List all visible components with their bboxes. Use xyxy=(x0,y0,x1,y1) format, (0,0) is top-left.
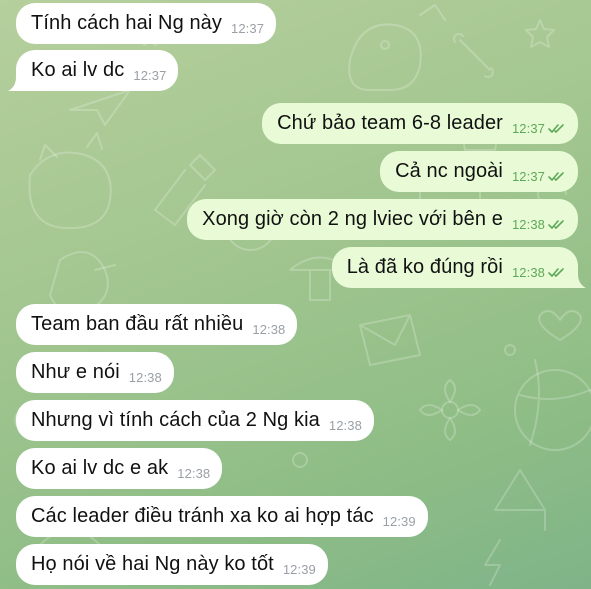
message-bubble-incoming[interactable]: Như e nói 12:38 xyxy=(16,352,174,393)
message-bubble-incoming[interactable]: Tính cách hai Ng này 12:37 xyxy=(16,3,277,44)
message-text: Team ban đầu rất nhiều xyxy=(31,313,244,335)
message-row: Nhưng vì tính cách của 2 Ng kia 12:38 xyxy=(0,400,591,441)
message-meta: 12:38 xyxy=(512,265,566,280)
message-row: Họ nói về hai Ng này ko tốt 12:39 xyxy=(0,544,591,585)
message-text: Họ nói về hai Ng này ko tốt xyxy=(31,553,274,575)
message-row: Xong giờ còn 2 ng lviec với bên e 12:38 xyxy=(0,199,591,240)
message-text: Tính cách hai Ng này xyxy=(31,12,222,34)
message-time: 12:37 xyxy=(231,20,265,36)
message-meta: 12:39 xyxy=(383,514,416,529)
double-check-read-icon xyxy=(548,171,564,181)
double-check-read-icon xyxy=(548,123,564,133)
message-meta: 12:37 xyxy=(231,21,264,36)
message-time: 12:37 xyxy=(511,120,545,136)
message-row: Cả nc ngoài 12:37 xyxy=(0,151,591,192)
message-meta: 12:38 xyxy=(177,466,210,481)
message-time: 12:38 xyxy=(128,369,162,385)
message-meta: 12:37 xyxy=(512,121,566,136)
message-list[interactable]: Tính cách hai Ng này 12:37 Ko ai lv dc 1… xyxy=(0,0,591,589)
message-time: 12:37 xyxy=(511,168,545,184)
message-text: Nhưng vì tính cách của 2 Ng kia xyxy=(31,409,320,431)
message-meta: 12:38 xyxy=(512,217,566,232)
message-row: Là đã ko đúng rồi 12:38 xyxy=(0,247,591,288)
message-time: 12:37 xyxy=(133,67,167,83)
message-text: Xong giờ còn 2 ng lviec với bên e xyxy=(202,208,503,230)
message-bubble-incoming[interactable]: Họ nói về hai Ng này ko tốt 12:39 xyxy=(16,544,328,585)
message-bubble-incoming[interactable]: Các leader điều tránh xa ko ai hợp tác 1… xyxy=(16,496,428,537)
message-row: Các leader điều tránh xa ko ai hợp tác 1… xyxy=(0,496,591,537)
message-text: Ko ai lv dc xyxy=(31,59,125,81)
message-time: 12:38 xyxy=(511,264,545,280)
message-bubble-incoming[interactable]: Nhưng vì tính cách của 2 Ng kia 12:38 xyxy=(16,400,374,441)
message-text: Chứ bảo team 6-8 leader xyxy=(277,112,503,134)
message-bubble-outgoing[interactable]: Xong giờ còn 2 ng lviec với bên e 12:38 xyxy=(187,199,578,240)
message-bubble-outgoing[interactable]: Cả nc ngoài 12:37 xyxy=(380,151,578,192)
message-meta: 12:38 xyxy=(329,418,362,433)
message-time: 12:38 xyxy=(511,216,545,232)
message-text: Ko ai lv dc e ak xyxy=(31,457,169,479)
message-bubble-outgoing[interactable]: Là đã ko đúng rồi 12:38 xyxy=(331,247,578,288)
message-row: Team ban đầu rất nhiều 12:38 xyxy=(0,304,591,345)
message-meta: 12:38 xyxy=(252,322,285,337)
double-check-read-icon xyxy=(548,267,564,277)
message-row: Ko ai lv dc e ak 12:38 xyxy=(0,448,591,489)
message-meta: 12:38 xyxy=(129,370,162,385)
message-bubble-incoming[interactable]: Team ban đầu rất nhiều 12:38 xyxy=(16,304,298,345)
message-text: Cả nc ngoài xyxy=(395,160,503,182)
message-row: Như e nói 12:38 xyxy=(0,352,591,393)
message-time: 12:39 xyxy=(282,561,316,577)
message-meta: 12:37 xyxy=(512,169,566,184)
message-time: 12:38 xyxy=(252,321,286,337)
message-time: 12:38 xyxy=(177,465,211,481)
message-row: Chứ bảo team 6-8 leader 12:37 xyxy=(0,103,591,144)
message-row: Ko ai lv dc 12:37 xyxy=(0,50,591,91)
message-meta: 12:37 xyxy=(133,68,166,83)
message-bubble-outgoing[interactable]: Chứ bảo team 6-8 leader 12:37 xyxy=(262,103,578,144)
message-text: Là đã ko đúng rồi xyxy=(346,256,503,278)
message-text: Như e nói xyxy=(31,361,120,383)
message-bubble-incoming[interactable]: Ko ai lv dc 12:37 xyxy=(16,50,179,91)
message-time: 12:39 xyxy=(382,513,416,529)
message-meta: 12:39 xyxy=(283,562,316,577)
chat-background: Tính cách hai Ng này 12:37 Ko ai lv dc 1… xyxy=(0,0,591,589)
message-time: 12:38 xyxy=(328,417,362,433)
double-check-read-icon xyxy=(548,219,564,229)
message-text: Các leader điều tránh xa ko ai hợp tác xyxy=(31,505,374,527)
message-row: Tính cách hai Ng này 12:37 xyxy=(0,3,591,44)
message-bubble-incoming[interactable]: Ko ai lv dc e ak 12:38 xyxy=(16,448,223,489)
